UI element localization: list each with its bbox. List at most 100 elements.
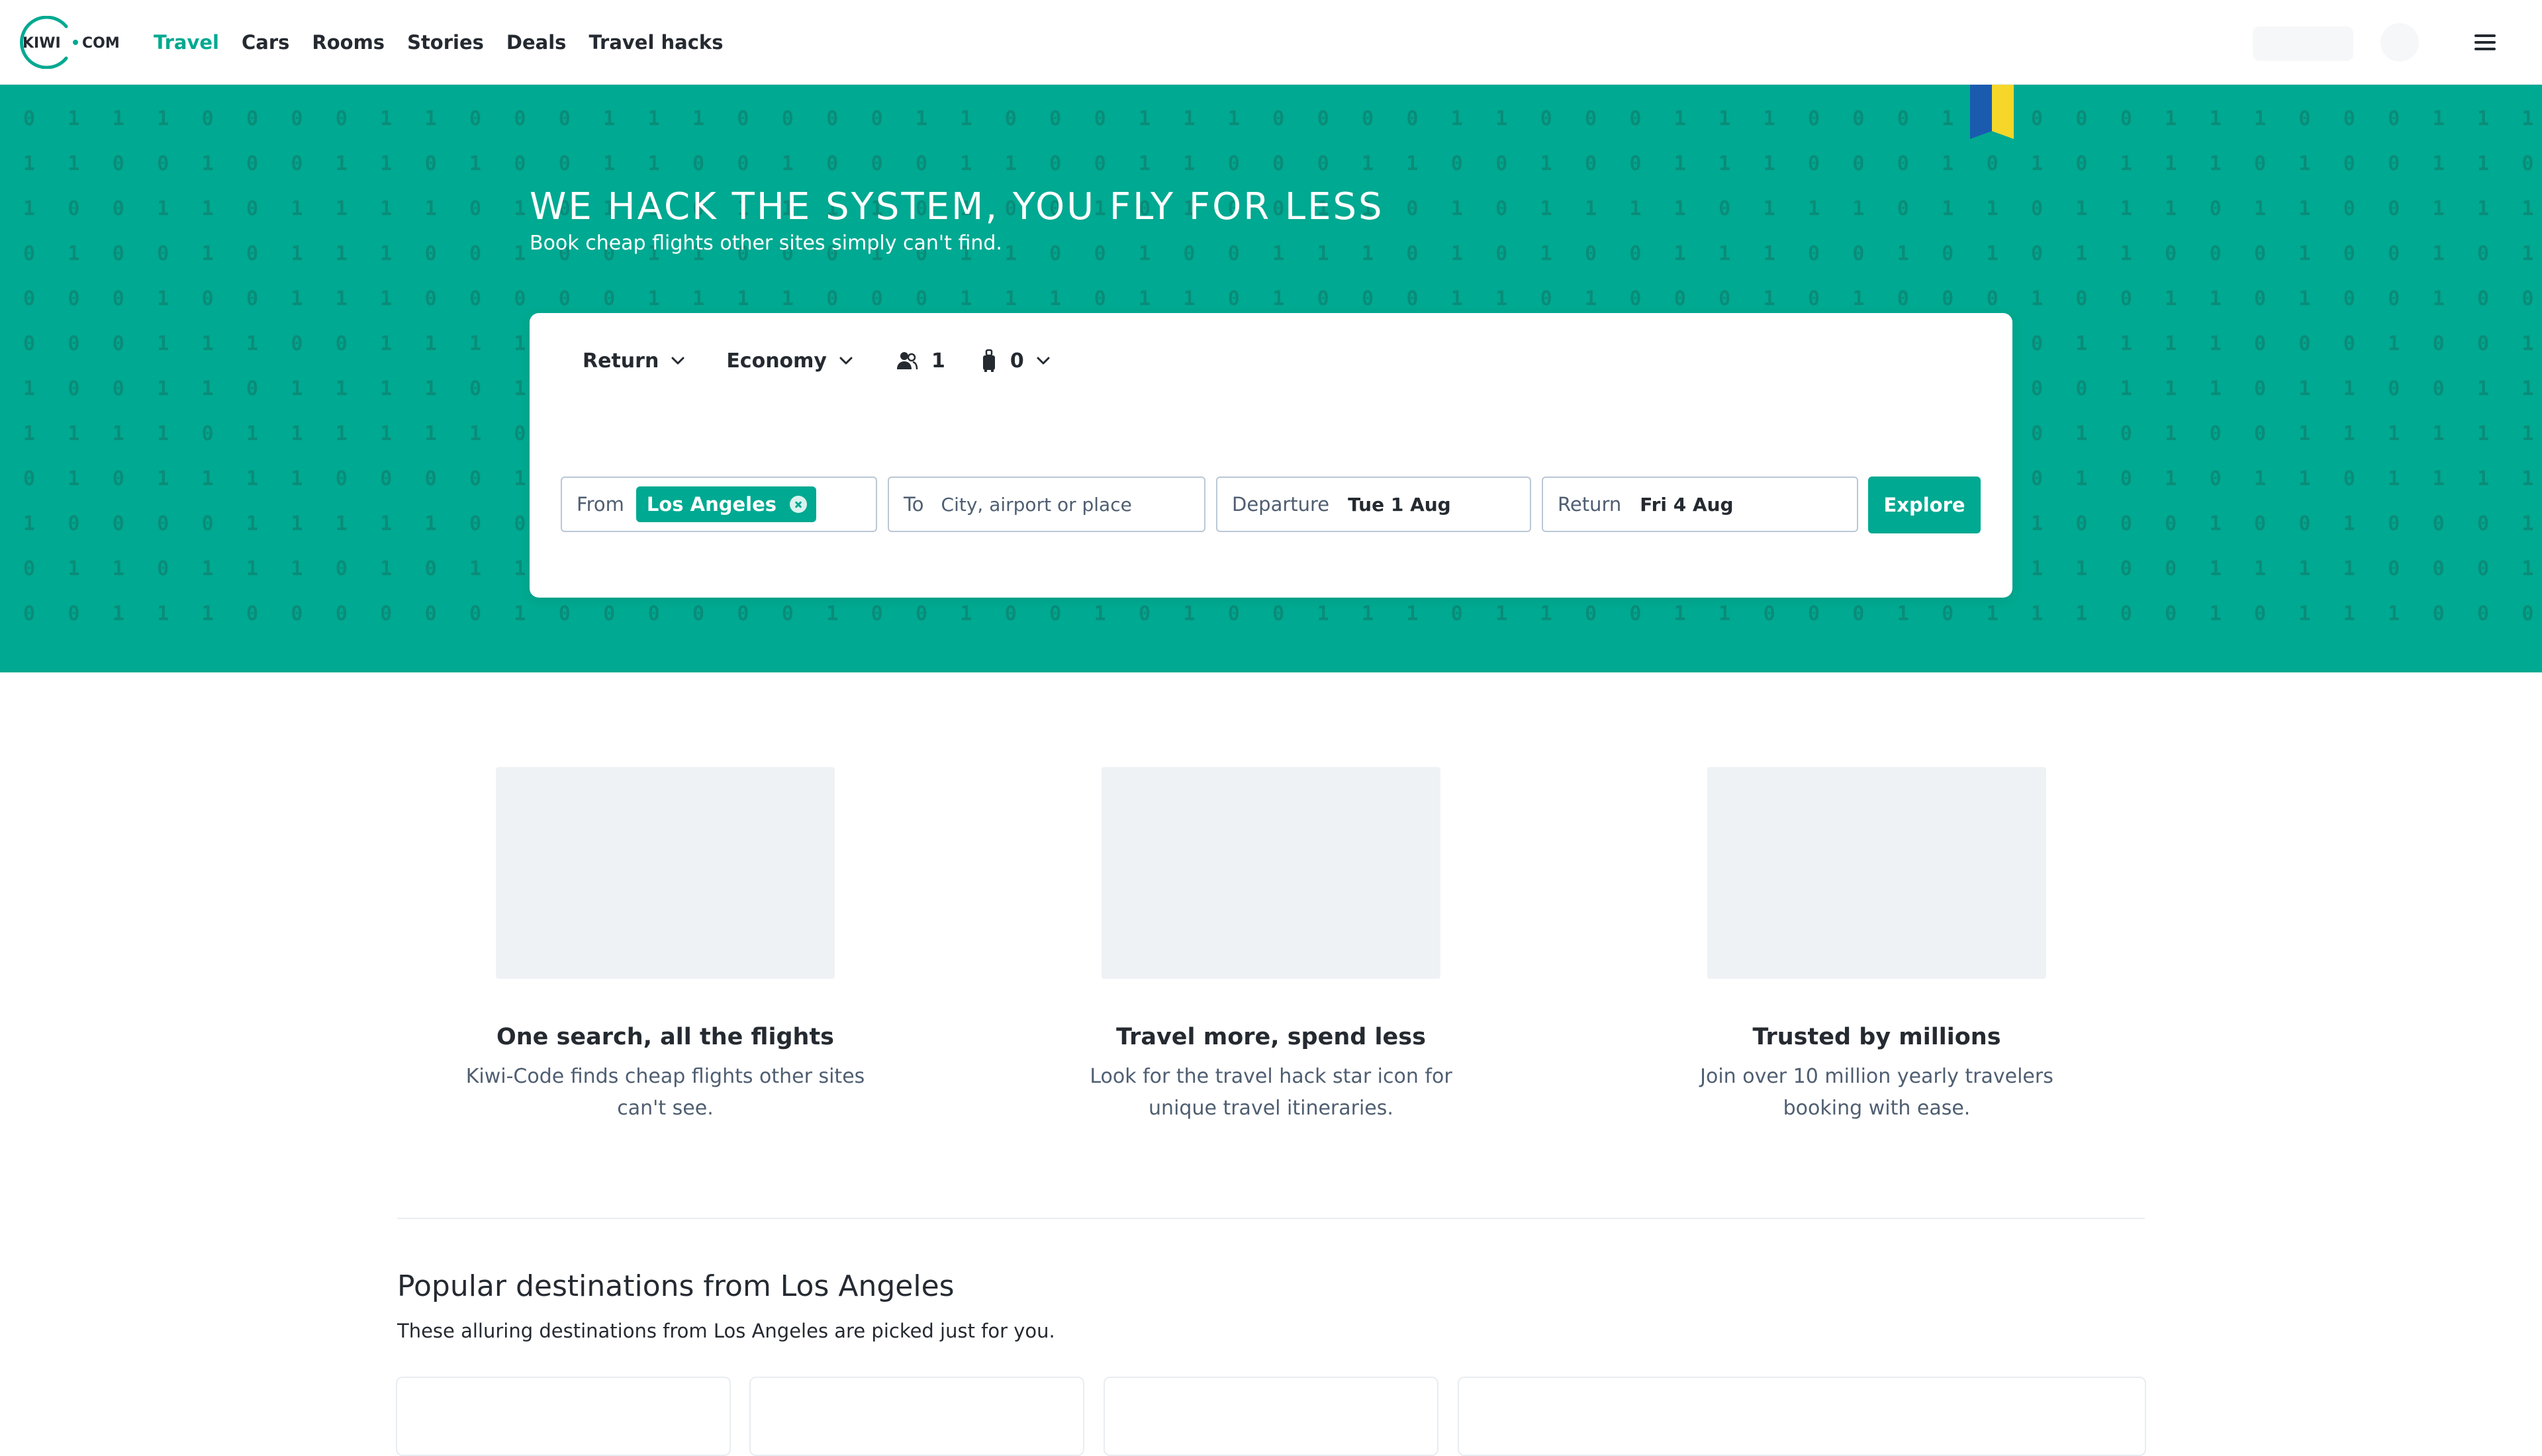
return-date-value: Fri 4 Aug xyxy=(1640,493,1734,516)
binary-digit: 1 xyxy=(246,467,259,490)
nav-item-deals[interactable]: Deals xyxy=(506,31,567,54)
binary-digit: 0 xyxy=(2432,512,2445,535)
hero-section: 0 1 1 1 0 0 0 0 1 1 0 0 0 1 1 1 0 0 0 0 1 1 0 0 0 1 1 1 0 0 0 0 1 1 0 0 0 1 1 1… xyxy=(0,85,2542,672)
binary-digit: 1 xyxy=(1183,602,1196,625)
binary-digit: 0 xyxy=(2120,467,2132,490)
binary-digit: 0 xyxy=(2476,332,2490,355)
cabin-class-dropdown[interactable]: Economy xyxy=(726,349,853,373)
binary-digit: 0 xyxy=(2343,287,2355,310)
feature-card-search: One search, all the flights Kiwi-Code fi… xyxy=(453,767,877,1124)
binary-digit: 0 xyxy=(335,602,348,625)
binary-digit: 0 xyxy=(246,377,259,400)
nav-item-cars[interactable]: Cars xyxy=(242,31,289,54)
binary-digit: 0 xyxy=(647,602,660,625)
binary-digit: 0 xyxy=(2120,422,2132,445)
binary-digit: 1 xyxy=(2120,377,2132,400)
binary-digit: 1 xyxy=(1942,152,1954,175)
binary-digit: 1 xyxy=(380,512,393,535)
nav-item-travel-hacks[interactable]: Travel hacks xyxy=(588,31,723,54)
binary-digit: 0 xyxy=(424,152,437,175)
binary-digit: 1 xyxy=(1673,107,1686,130)
account-avatar-placeholder[interactable] xyxy=(2380,23,2419,62)
search-form: Return Economy 1 0 From Los Angeles To C… xyxy=(530,313,2012,598)
binary-digit: 0 xyxy=(380,602,393,625)
binary-digit: 0 xyxy=(2388,197,2400,220)
binary-digit: 1 xyxy=(2120,152,2132,175)
binary-digit: 0 xyxy=(2030,332,2044,355)
binary-digit: 0 xyxy=(1406,242,1419,265)
binary-digit: 1 xyxy=(246,422,259,445)
binary-digit: 1 xyxy=(23,197,36,220)
binary-digit: 1 xyxy=(2209,377,2222,400)
binary-digit: 0 xyxy=(826,152,839,175)
origin-chip: Los Angeles xyxy=(636,486,817,522)
destination-card[interactable] xyxy=(1104,1377,1438,1456)
hamburger-menu-icon[interactable] xyxy=(2472,29,2498,56)
remove-origin-icon[interactable] xyxy=(790,496,808,513)
binary-digit: 1 xyxy=(1450,242,1463,265)
binary-digit: 0 xyxy=(201,107,214,130)
binary-digit: 0 xyxy=(157,512,169,535)
departure-date-field[interactable]: Departure Tue 1 Aug xyxy=(1216,477,1531,532)
trip-type-dropdown[interactable]: Return xyxy=(583,349,685,373)
destination-input[interactable] xyxy=(939,492,1141,516)
binary-digit: 0 xyxy=(1897,152,1909,175)
binary-digit: 0 xyxy=(2432,332,2445,355)
passengers-selector[interactable]: 1 xyxy=(896,349,945,373)
binary-digit: 0 xyxy=(201,422,214,445)
binary-digit: 1 xyxy=(246,332,259,355)
binary-digit: 0 xyxy=(1450,152,1463,175)
binary-digit: 0 xyxy=(514,287,526,310)
binary-digit: 1 xyxy=(2343,377,2355,400)
binary-digit: 1 xyxy=(157,377,169,400)
top-navigation-bar: KIWI COM Travel Cars Rooms Stories Deals… xyxy=(0,0,2542,85)
kiwi-logo[interactable]: KIWI COM xyxy=(15,16,127,69)
binary-digit: 1 xyxy=(2165,377,2177,400)
bags-selector[interactable]: 0 xyxy=(981,349,1051,373)
currency-selector-placeholder[interactable] xyxy=(2253,26,2353,61)
origin-field[interactable]: From Los Angeles xyxy=(561,477,877,532)
binary-digit: 1 xyxy=(603,107,616,130)
binary-digit: 0 xyxy=(826,107,839,130)
binary-digit: 1 xyxy=(1450,197,1463,220)
binary-digit: 1 xyxy=(514,377,526,400)
binary-digit: 0 xyxy=(2075,107,2088,130)
binary-digit: 0 xyxy=(2165,557,2177,580)
return-date-field[interactable]: Return Fri 4 Aug xyxy=(1542,477,1858,532)
binary-digit: 1 xyxy=(2298,467,2311,490)
binary-digit: 0 xyxy=(68,512,80,535)
binary-digit: 0 xyxy=(2521,602,2534,625)
binary-digit: 0 xyxy=(23,242,36,265)
binary-digit: 0 xyxy=(871,107,883,130)
binary-digit: 1 xyxy=(514,242,526,265)
binary-digit: 1 xyxy=(2432,242,2445,265)
binary-digit: 1 xyxy=(1272,242,1285,265)
binary-digit: 1 xyxy=(2075,602,2088,625)
destination-card[interactable] xyxy=(749,1377,1084,1456)
binary-digit: 1 xyxy=(380,197,393,220)
binary-digit: 0 xyxy=(1227,602,1240,625)
nav-item-rooms[interactable]: Rooms xyxy=(312,31,385,54)
binary-digit: 0 xyxy=(558,107,571,130)
binary-digit: 1 xyxy=(2253,467,2267,490)
nav-item-travel[interactable]: Travel xyxy=(154,31,219,54)
binary-digit: 1 xyxy=(1673,242,1686,265)
nav-item-stories[interactable]: Stories xyxy=(407,31,484,54)
binary-digit: 1 xyxy=(23,377,36,400)
binary-digit: 0 xyxy=(1004,107,1017,130)
explore-button[interactable]: Explore xyxy=(1868,477,1981,533)
binary-digit: 0 xyxy=(2521,152,2534,175)
binary-digit: 0 xyxy=(112,242,124,265)
binary-digit: 0 xyxy=(2388,107,2400,130)
binary-digit: 0 xyxy=(1763,602,1775,625)
binary-digit: 1 xyxy=(291,287,303,310)
binary-digit: 0 xyxy=(1852,107,1865,130)
destination-card[interactable] xyxy=(396,1377,731,1456)
origin-chip-label: Los Angeles xyxy=(646,493,777,516)
binary-digit: 1 xyxy=(1540,242,1552,265)
destination-card[interactable] xyxy=(1458,1377,2146,1456)
destination-field[interactable]: To xyxy=(888,477,1205,532)
binary-digit: 0 xyxy=(1317,152,1329,175)
popular-destinations-subtitle: These alluring destinations from Los Ang… xyxy=(397,1320,1055,1342)
binary-digit: 1 xyxy=(335,422,348,445)
